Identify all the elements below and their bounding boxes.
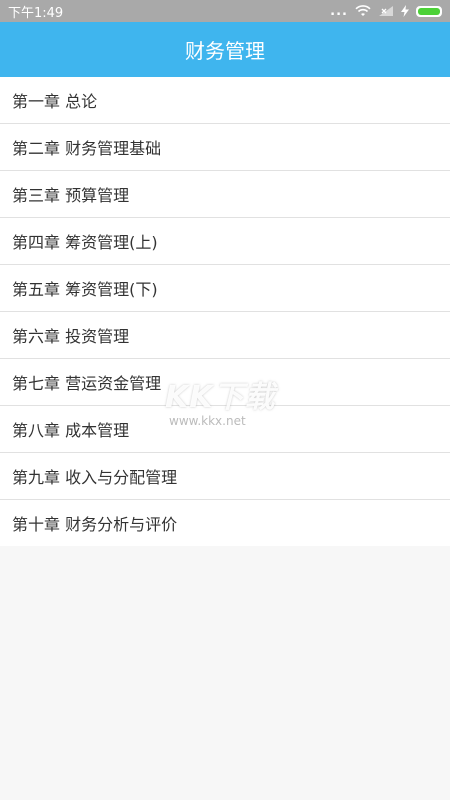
chapter-label: 第二章 财务管理基础 <box>12 139 162 158</box>
chapter-label: 第五章 筹资管理(下) <box>12 280 158 299</box>
chapter-item[interactable]: 第七章 营运资金管理 <box>0 359 450 406</box>
status-time: 下午1:49 <box>8 5 64 21</box>
status-bar: 下午1:49 ... <box>0 0 450 22</box>
chapter-label: 第四章 筹资管理(上) <box>12 233 158 252</box>
chapter-list: 第一章 总论第二章 财务管理基础 第三章 预算管理第四章 筹资管理(上) 第五章 筹… <box>0 77 450 546</box>
chapter-item[interactable]: 第十章 财务分析与评价 <box>0 500 450 546</box>
chapter-label: 第一章 总论 <box>12 92 98 111</box>
chapter-label: 第九章 收入与分配管理 <box>12 468 178 487</box>
more-dots-icon: ... <box>330 3 348 19</box>
wifi-icon <box>355 5 371 16</box>
chapter-label: 第八章 成本管理 <box>12 421 130 440</box>
chapter-label: 第六章 投资管理 <box>12 327 130 346</box>
chapter-label: 第七章 营运资金管理 <box>12 374 162 393</box>
app-header: 财务管理 <box>0 22 450 77</box>
chapter-item[interactable]: 第三章 预算管理 <box>0 171 450 218</box>
battery-fill <box>418 7 440 15</box>
chapter-label: 第三章 预算管理 <box>12 186 130 205</box>
battery-icon <box>416 5 442 17</box>
page-title: 财务管理 <box>185 39 265 63</box>
chapter-label: 第十章 财务分析与评价 <box>12 515 178 534</box>
chapter-item[interactable]: 第二章 财务管理基础 <box>0 124 450 171</box>
chapter-item[interactable]: 第一章 总论 <box>0 77 450 124</box>
chapter-item[interactable]: 第八章 成本管理 <box>0 406 450 453</box>
signal-icon <box>379 6 393 16</box>
chapter-item[interactable]: 第四章 筹资管理(上) <box>0 218 450 265</box>
chapter-item[interactable]: 第九章 收入与分配管理 <box>0 453 450 500</box>
charging-icon <box>401 5 409 17</box>
chapter-item[interactable]: 第六章 投资管理 <box>0 312 450 359</box>
status-icons: ... <box>330 4 442 19</box>
chapter-item[interactable]: 第五章 筹资管理(下) <box>0 265 450 312</box>
